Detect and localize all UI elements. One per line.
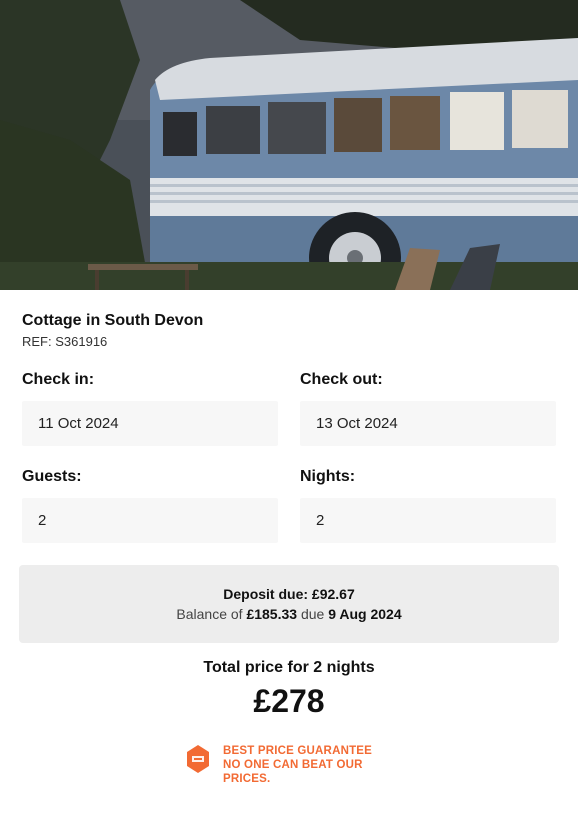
guests-group: Guests: 2 <box>22 468 278 543</box>
balance-text: Balance of £185.33 due 9 Aug 2024 <box>176 606 401 622</box>
guarantee-line-3: PRICES. <box>223 773 271 785</box>
check-out-label: Check out: <box>300 371 383 388</box>
property-title: Cottage in South Devon <box>22 312 204 329</box>
balance-prefix: Balance of <box>176 606 247 622</box>
balance-amount: £185.33 <box>246 606 298 622</box>
vintage-bus-photo <box>0 0 578 290</box>
balance-date: 9 Aug 2024 <box>328 606 402 622</box>
property-ref: REF: S361916 <box>22 334 108 349</box>
guests-label: Guests: <box>22 468 82 485</box>
hero-image <box>0 0 578 290</box>
balance-mid: due <box>297 606 329 622</box>
check-in-group: Check in: 11 Oct 2024 <box>22 371 278 446</box>
total-price-label: Total price for 2 nights <box>203 659 375 676</box>
nights-field[interactable]: 2 <box>300 498 556 543</box>
check-out-group: Check out: 13 Oct 2024 <box>300 371 556 446</box>
guarantee-text: BEST PRICE GUARANTEE NO ONE CAN BEAT OUR… <box>223 744 393 786</box>
total-price-value: £278 <box>253 683 325 719</box>
check-out-field[interactable]: 13 Oct 2024 <box>300 401 556 446</box>
deposit-due-text: Deposit due: £92.67 <box>223 586 355 602</box>
check-in-label: Check in: <box>22 371 95 388</box>
guarantee-line-2: NO ONE CAN BEAT OUR <box>223 759 363 771</box>
check-in-field[interactable]: 11 Oct 2024 <box>22 401 278 446</box>
deposit-panel: Deposit due: £92.67 Balance of £185.33 d… <box>19 565 559 643</box>
guests-field[interactable]: 2 <box>22 498 278 543</box>
guarantee-line-1: BEST PRICE GUARANTEE <box>223 745 373 757</box>
nights-group: Nights: 2 <box>300 468 556 543</box>
price-tag-badge-icon <box>185 744 211 779</box>
nights-label: Nights: <box>300 468 356 485</box>
best-price-guarantee: BEST PRICE GUARANTEE NO ONE CAN BEAT OUR… <box>22 744 556 786</box>
